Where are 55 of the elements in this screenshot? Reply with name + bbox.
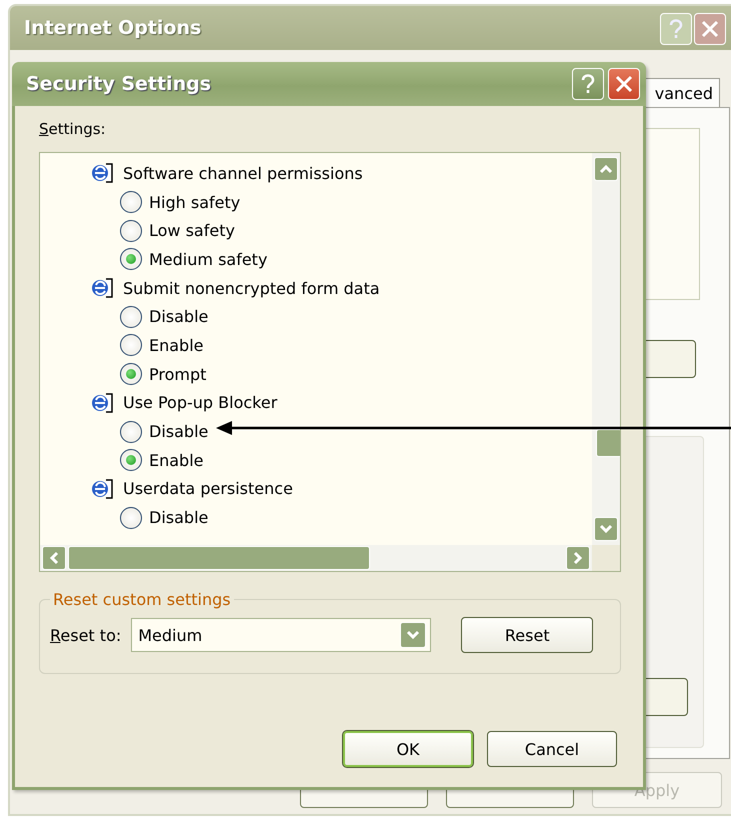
- scroll-thumb[interactable]: [596, 429, 620, 457]
- option-label[interactable]: High safety: [149, 192, 240, 212]
- horizontal-scrollbar[interactable]: [40, 545, 592, 571]
- reset-dropdown[interactable]: Medium: [131, 618, 432, 652]
- option-label[interactable]: Enable: [149, 450, 204, 470]
- reset-to-label: Reset to:: [50, 626, 122, 644]
- dialog-title: Security Settings: [26, 73, 212, 95]
- document-e-icon: [90, 478, 116, 500]
- window-title: Internet Options: [24, 17, 202, 39]
- option-label[interactable]: Low safety: [149, 221, 235, 240]
- help-icon: [580, 74, 596, 94]
- vertical-scrollbar[interactable]: [592, 153, 620, 545]
- radio-button[interactable]: [120, 220, 142, 242]
- document-e-icon: [90, 392, 116, 414]
- close-icon: [701, 20, 719, 38]
- setting-heading: Use Pop-up Blocker: [123, 393, 278, 412]
- close-button[interactable]: [694, 13, 726, 45]
- option-label[interactable]: Medium safety: [149, 250, 268, 269]
- radio-button[interactable]: [120, 191, 142, 214]
- close-button[interactable]: [608, 68, 640, 100]
- cancel-button[interactable]: Cancel: [487, 731, 617, 767]
- radio-button[interactable]: [120, 248, 142, 270]
- help-button[interactable]: [572, 68, 604, 100]
- option-label[interactable]: Disable: [149, 508, 208, 528]
- scroll-left-button[interactable]: [42, 546, 66, 570]
- radio-button[interactable]: [120, 334, 142, 356]
- radio-button[interactable]: [120, 449, 142, 472]
- chevron-left-icon: [49, 551, 59, 565]
- setting-heading: Software channel permissions: [123, 164, 363, 183]
- radio-button[interactable]: [120, 306, 142, 328]
- document-e-icon: [90, 162, 116, 184]
- ok-button[interactable]: OK: [343, 731, 473, 767]
- option-label[interactable]: Disable: [149, 422, 208, 442]
- chevron-up-icon: [599, 164, 613, 174]
- radio-button[interactable]: [120, 420, 142, 443]
- scroll-down-button[interactable]: [594, 517, 618, 541]
- reset-button[interactable]: Reset: [461, 617, 594, 653]
- chevron-right-icon: [573, 551, 583, 565]
- scroll-right-button[interactable]: [566, 546, 590, 570]
- setting-heading: Userdata persistence: [123, 479, 293, 498]
- option-label[interactable]: Enable: [149, 336, 204, 355]
- document-e-icon: [90, 277, 116, 300]
- radio-button[interactable]: [120, 506, 142, 529]
- group-legend: Reset custom settings: [50, 590, 234, 609]
- chevron-down-icon: [599, 524, 613, 534]
- help-icon: [668, 19, 684, 39]
- scroll-up-button[interactable]: [594, 157, 618, 181]
- radio-button[interactable]: [120, 363, 142, 386]
- close-icon: [615, 75, 633, 93]
- option-label[interactable]: Disable: [149, 307, 208, 326]
- setting-heading: Submit nonencrypted form data: [123, 278, 380, 298]
- settings-label: Settings:: [39, 120, 106, 138]
- scroll-thumb[interactable]: [68, 546, 370, 570]
- option-label[interactable]: Prompt: [149, 364, 206, 384]
- scrollbar-corner: [592, 545, 620, 571]
